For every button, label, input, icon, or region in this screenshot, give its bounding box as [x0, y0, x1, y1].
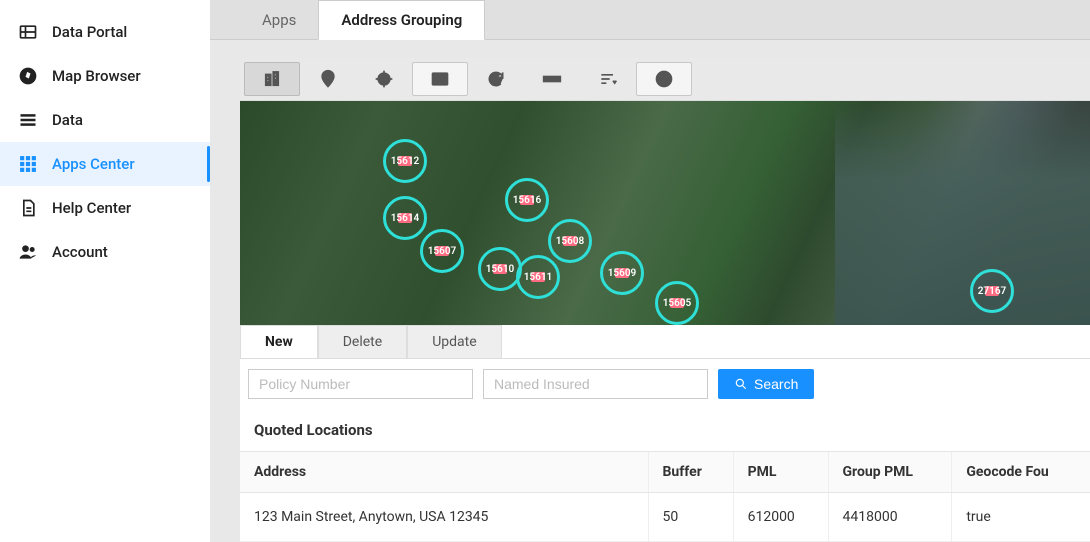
map-marker[interactable]: 15614: [383, 196, 427, 240]
search-box-icon: [430, 69, 450, 89]
cell-buffer: 50: [648, 493, 733, 542]
sidebar: Data Portal Map Browser Data Apps Center…: [0, 0, 210, 542]
refresh-icon: [486, 69, 506, 89]
tool-buildings[interactable]: [244, 62, 300, 96]
cell-group-pml: 4418000: [828, 493, 952, 542]
list-icon: [18, 110, 38, 130]
history-icon: [654, 69, 674, 89]
nav-help-center[interactable]: Help Center: [0, 186, 210, 230]
named-insured-input[interactable]: [483, 369, 708, 399]
col-pml[interactable]: PML: [733, 452, 828, 493]
locate-icon: [374, 69, 394, 89]
main-area: Apps Address Grouping: [210, 0, 1090, 542]
map-marker[interactable]: 15607: [420, 229, 464, 273]
tab-apps[interactable]: Apps: [240, 1, 318, 39]
tool-refresh[interactable]: [468, 62, 524, 96]
tab-address-grouping[interactable]: Address Grouping: [318, 0, 485, 40]
nav-label: Apps Center: [52, 155, 135, 173]
tool-ruler[interactable]: [524, 62, 580, 96]
policy-number-input[interactable]: [248, 369, 473, 399]
nav-account[interactable]: Account: [0, 230, 210, 274]
map-toolbar: [240, 58, 1090, 101]
compass-icon: [18, 66, 38, 86]
map-marker[interactable]: 15605: [655, 281, 699, 325]
sort-icon: [598, 69, 618, 89]
col-group-pml[interactable]: Group PML: [828, 452, 952, 493]
map-marker[interactable]: 15616: [505, 178, 549, 222]
people-icon: [18, 242, 38, 262]
nav-data-portal[interactable]: Data Portal: [0, 10, 210, 54]
tool-search-box[interactable]: [412, 62, 468, 96]
nav-label: Data Portal: [52, 23, 127, 41]
map-marker[interactable]: 15610: [478, 247, 522, 291]
cell-pml: 612000: [733, 493, 828, 542]
col-geocode[interactable]: Geocode Fou: [952, 452, 1090, 493]
quoted-locations-table: Address Buffer PML Group PML Geocode Fou…: [240, 451, 1090, 542]
col-buffer[interactable]: Buffer: [648, 452, 733, 493]
action-new[interactable]: New: [240, 325, 318, 358]
action-update[interactable]: Update: [407, 325, 501, 358]
map-marker[interactable]: 15609: [600, 251, 644, 295]
col-address[interactable]: Address: [240, 452, 648, 493]
tool-pin[interactable]: [300, 62, 356, 96]
cell-geocode: true: [952, 493, 1090, 542]
content-panel: 15612 15616 1561415607 15608 1561015611 15609…: [240, 58, 1090, 542]
tool-locate[interactable]: [356, 62, 412, 96]
search-row: Search: [240, 359, 1090, 409]
action-tabs: New Delete Update: [240, 325, 1090, 359]
search-button-label: Search: [754, 376, 798, 392]
nav-label: Help Center: [52, 199, 131, 217]
table-row[interactable]: 123 Main Street, Anytown, USA 12345 50 6…: [240, 493, 1090, 542]
cell-address: 123 Main Street, Anytown, USA 12345: [240, 493, 648, 542]
grid-icon: [18, 154, 38, 174]
map-marker[interactable]: 15611: [516, 255, 560, 299]
search-button[interactable]: Search: [718, 369, 814, 399]
tabs-bar: Apps Address Grouping: [210, 0, 1090, 40]
map-marker[interactable]: 15612: [383, 139, 427, 183]
search-icon: [734, 377, 748, 391]
buildings-icon: [262, 69, 282, 89]
ruler-icon: [542, 69, 562, 89]
map-view[interactable]: 15612 15616 1561415607 15608 1561015611 15609…: [240, 101, 1090, 325]
nav-label: Data: [52, 111, 83, 129]
nav-label: Account: [52, 243, 108, 261]
doc-icon: [18, 198, 38, 218]
quoted-locations-title: Quoted Locations: [240, 409, 1090, 451]
tool-history[interactable]: [636, 62, 692, 96]
nav-data[interactable]: Data: [0, 98, 210, 142]
pin-icon: [318, 69, 338, 89]
nav-map-browser[interactable]: Map Browser: [0, 54, 210, 98]
nav-label: Map Browser: [52, 67, 141, 85]
map-marker[interactable]: 27167: [970, 269, 1014, 313]
map-portal-icon: [18, 22, 38, 42]
tool-sort[interactable]: [580, 62, 636, 96]
nav-apps-center[interactable]: Apps Center: [0, 142, 210, 186]
action-delete[interactable]: Delete: [318, 325, 407, 358]
map-marker[interactable]: 15608: [548, 219, 592, 263]
